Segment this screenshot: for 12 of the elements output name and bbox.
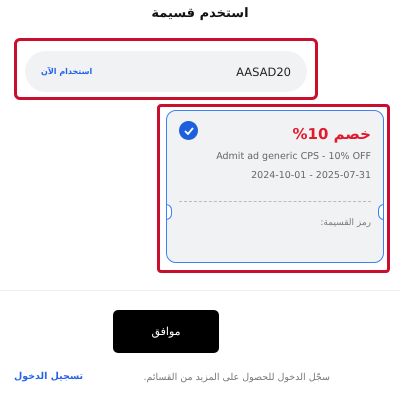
- discount-text: خصم 10%: [292, 125, 371, 143]
- validity-dates: 2024-10-01 - 2025-07-31: [250, 170, 371, 181]
- ticket-notch: [167, 204, 172, 220]
- coupon-description: Admit ad generic CPS - 10% OFF: [215, 151, 371, 162]
- code-label: رمز القسيمة:: [320, 218, 371, 228]
- selected-check-icon[interactable]: [179, 121, 198, 140]
- login-link[interactable]: تسجيل الدخول: [14, 371, 84, 382]
- apply-button[interactable]: استخدام الآن: [41, 67, 92, 76]
- ok-button[interactable]: موافق: [113, 310, 219, 353]
- login-prompt: سجّل الدخول للحصول على المزيد من القسائم.: [144, 372, 330, 383]
- ticket-notch: [378, 204, 383, 220]
- dialog-title: استخدم قسيمة: [150, 6, 250, 21]
